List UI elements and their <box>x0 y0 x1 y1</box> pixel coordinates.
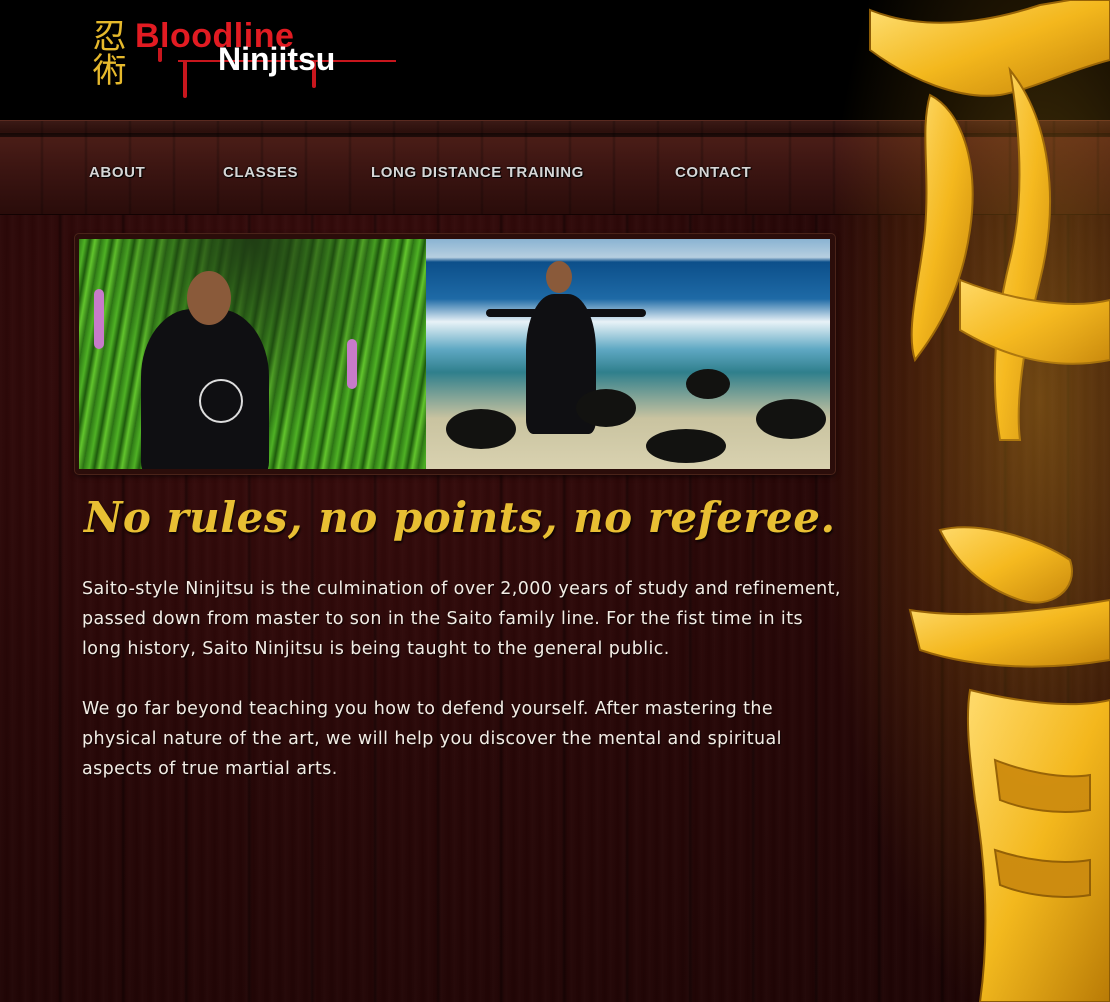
site-logo[interactable]: 忍術 Bloodline Ninjitsu <box>80 18 410 102</box>
hero-banner <box>75 234 835 474</box>
main-nav: ABOUT CLASSES LONG DISTANCE TRAINING CON… <box>0 160 820 186</box>
intro-paragraph: Saito-style Ninjitsu is the culmination … <box>82 579 841 659</box>
master-in-garden-photo <box>79 239 426 469</box>
nav-item-about[interactable]: ABOUT <box>89 160 145 186</box>
logo-brand-line2: Ninjitsu <box>218 41 336 77</box>
blood-drop-icon <box>183 62 187 98</box>
master-on-beach-photo <box>426 239 830 469</box>
blood-drop-icon <box>158 48 162 62</box>
nav-item-contact[interactable]: CONTACT <box>675 160 751 186</box>
page-headline: No rules, no points, no referee. <box>84 493 836 542</box>
philosophy-paragraph: We go far beyond teaching you how to def… <box>82 699 782 779</box>
nav-item-classes[interactable]: CLASSES <box>223 160 298 186</box>
nav-item-long-distance-training[interactable]: LONG DISTANCE TRAINING <box>371 160 584 186</box>
logo-kanji: 忍術 <box>86 18 126 86</box>
